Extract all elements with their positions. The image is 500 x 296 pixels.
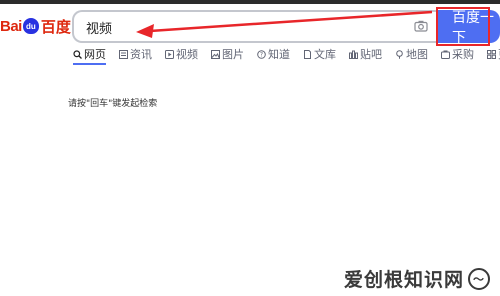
- search-box[interactable]: 视频: [72, 10, 436, 43]
- annotation-arrow: [136, 10, 433, 38]
- annotation-highlight-box: [436, 7, 490, 46]
- search-tabs: 网页 资讯 视频 图片 ? 知道 文库 贴吧 地图 采购 更多: [73, 46, 500, 62]
- top-bar: [0, 0, 500, 4]
- logo-text-left: Bai: [0, 17, 22, 35]
- paw-icon: du: [22, 18, 39, 34]
- question-icon: ?: [257, 49, 266, 59]
- logo-paw-text: du: [25, 21, 36, 31]
- svg-text:?: ?: [260, 51, 263, 58]
- search-hint: 请按"回车"键发起检索: [68, 99, 158, 109]
- camera-icon[interactable]: [414, 20, 428, 32]
- tab-video[interactable]: 视频: [165, 46, 198, 62]
- tab-wenku[interactable]: 文库: [303, 46, 336, 62]
- tab-news[interactable]: 资讯: [119, 46, 152, 62]
- tab-web[interactable]: 网页: [73, 46, 106, 62]
- tab-label: 文库: [314, 48, 336, 61]
- tab-label: 视频: [176, 48, 198, 61]
- tab-image[interactable]: 图片: [211, 46, 244, 62]
- search-icon: [73, 49, 82, 59]
- tab-zhidao[interactable]: ? 知道: [257, 46, 290, 62]
- tab-label: 贴吧: [360, 48, 382, 61]
- tab-purchase[interactable]: 采购: [441, 46, 474, 62]
- tab-label: 采购: [452, 48, 474, 61]
- doc-icon: [304, 49, 311, 59]
- watermark-text: 爱创根知识网: [343, 269, 464, 291]
- watermark-icon: 〜: [468, 267, 490, 290]
- tieba-icon: [349, 50, 358, 59]
- tab-label: 图片: [222, 48, 244, 61]
- watermark-icon-text: 〜: [473, 272, 485, 286]
- tab-label: 地图: [406, 48, 428, 61]
- tab-label: 知道: [268, 48, 290, 61]
- tab-tieba[interactable]: 贴吧: [349, 46, 382, 62]
- tab-label: 网页: [84, 48, 106, 61]
- more-icon: [487, 49, 496, 59]
- search-input[interactable]: 视频: [86, 18, 112, 37]
- tab-label: 资讯: [130, 48, 152, 61]
- video-icon: [165, 49, 174, 59]
- cart-icon: [441, 50, 450, 59]
- baidu-logo[interactable]: Bai du 百度: [0, 14, 71, 38]
- map-icon: [396, 49, 403, 59]
- watermark: 爱创根知识网 〜: [344, 265, 490, 292]
- active-tab-underline: [73, 63, 106, 65]
- news-icon: [119, 49, 128, 59]
- tab-map[interactable]: 地图: [395, 46, 428, 62]
- logo-text-right: 百度: [40, 17, 71, 36]
- tab-more[interactable]: 更多: [487, 46, 500, 62]
- image-icon: [211, 49, 220, 59]
